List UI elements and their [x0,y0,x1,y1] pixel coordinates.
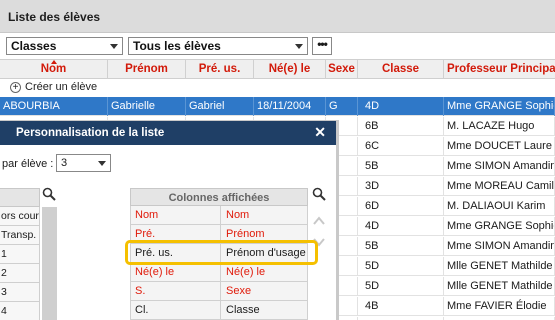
cell-sexe: G [326,97,358,116]
column-long-name: Né(e) le [226,266,266,278]
cell-classe: 4D [358,97,444,116]
more-options-button[interactable]: ••• [312,37,332,55]
search-icon[interactable] [312,187,326,204]
cell-prenom_usage: Gabriel [186,97,254,116]
classes-select[interactable]: Classes [6,37,123,55]
column-header-prenom[interactable]: Prénom [108,60,186,79]
column-short-name: Né(e) le [131,263,221,281]
cell-prof: Mme FAVIER Élodie [444,297,555,316]
available-column-item[interactable]: 2 [0,264,40,283]
cell-prof: Mme SIMON Amandine [444,157,555,176]
cell-classe: 6C [358,137,444,156]
available-columns-list: ors cour Transp. 1 2 3 4 [0,207,40,320]
available-column-item[interactable]: Transp. [0,226,40,245]
cell-classe: 4D [358,217,444,236]
dialog-title: Personnalisation de la liste [16,127,165,139]
available-column-item[interactable]: ors cour [0,207,40,226]
cell-prof: Mlle GENET Mathilde [444,257,555,276]
cell-prof: M. DALIAOUI Karim [444,197,555,216]
cell-prof: M. LACAZE Hugo [444,117,555,136]
column-header-prenom-usage[interactable]: Pré. us. [186,60,254,79]
available-column-item[interactable]: 3 [0,283,40,302]
chevron-down-icon [98,161,106,166]
cell-classe: 6D [358,197,444,216]
move-up-icon[interactable] [313,215,325,227]
column-long-name: Sexe [226,285,252,297]
customize-list-dialog: Personnalisation de la liste ✕ par élève… [0,121,336,320]
column-header-nom[interactable]: Nom [0,60,108,79]
create-student-label: Créer un élève [25,81,98,93]
title-bar: Liste des élèves [0,0,555,33]
table-header: Nom Prénom Pré. us. Né(e) le Sexe Classe… [0,59,555,79]
available-columns-header [0,188,40,207]
cell-nom: ABOURBIA [0,97,108,116]
dialog-edge [336,121,339,320]
cell-classe: 4B [358,297,444,316]
displayed-column-row[interactable]: Nom Nom [130,206,308,225]
column-long-name: Classe [226,304,260,316]
chevron-down-icon [110,44,118,49]
cell-prof: Mme GRANGE Sophie [444,97,555,116]
displayed-column-row[interactable]: S. Sexe [130,282,308,301]
create-student-button[interactable]: + Créer un élève [10,81,97,95]
classes-select-value: Classes [11,39,57,53]
per-page-select[interactable]: 3 [56,154,111,172]
per-page-value: 3 [61,157,68,169]
cell-classe: 5D [358,277,444,296]
displayed-columns-title: Colonnes affichées [130,188,308,206]
cell-classe: 6B [358,117,444,136]
cell-classe: 5B [358,157,444,176]
sort-up-icon [50,60,57,64]
column-header-sexe[interactable]: Sexe [326,60,358,79]
cell-prenom: Gabrielle [108,97,186,116]
chevron-down-icon [295,44,303,49]
search-icon[interactable] [42,187,56,204]
scrollbar[interactable] [42,207,57,320]
dialog-header: Personnalisation de la liste ✕ [0,121,336,145]
per-page-label: par élève : [2,158,54,170]
table-row[interactable]: ABOURBIA Gabrielle Gabriel 18/11/2004 G 4D Mme… [0,97,555,116]
cell-prof: Mlle GENET Mathilde [444,277,555,296]
displayed-column-row[interactable]: Cl. Classe [130,301,308,320]
column-header-classe[interactable]: Classe [358,60,444,79]
cell-classe: 5B [358,237,444,256]
plus-icon: + [10,81,21,93]
cell-prof: Mme DOUCET Laure [444,137,555,156]
cell-classe: 5D [358,257,444,276]
column-short-name: Cl. [131,301,221,319]
cell-naissance: 18/11/2004 [254,97,326,116]
students-select[interactable]: Tous les élèves [128,37,308,55]
column-short-name: Nom [131,206,221,224]
column-short-name: S. [131,282,221,300]
close-icon[interactable]: ✕ [314,124,326,141]
cell-prof: Mme GRANGE Sophie [444,217,555,236]
cell-prof: Mme SIMON Amandine [444,237,555,256]
column-header-professeur[interactable]: Professeur Principal [444,60,555,79]
displayed-column-row[interactable]: Né(e) le Né(e) le [130,263,308,282]
highlight-box [125,240,318,265]
students-select-value: Tous les élèves [133,39,221,53]
cell-prof: Mme MOREAU Camille [444,177,555,196]
column-header-naissance[interactable]: Né(e) le [254,60,326,79]
cell-classe: 3D [358,177,444,196]
available-column-item[interactable]: 1 [0,245,40,264]
column-long-name: Nom [226,209,250,221]
page-title: Liste des élèves [8,10,101,24]
available-column-item[interactable]: 4 [0,302,40,320]
